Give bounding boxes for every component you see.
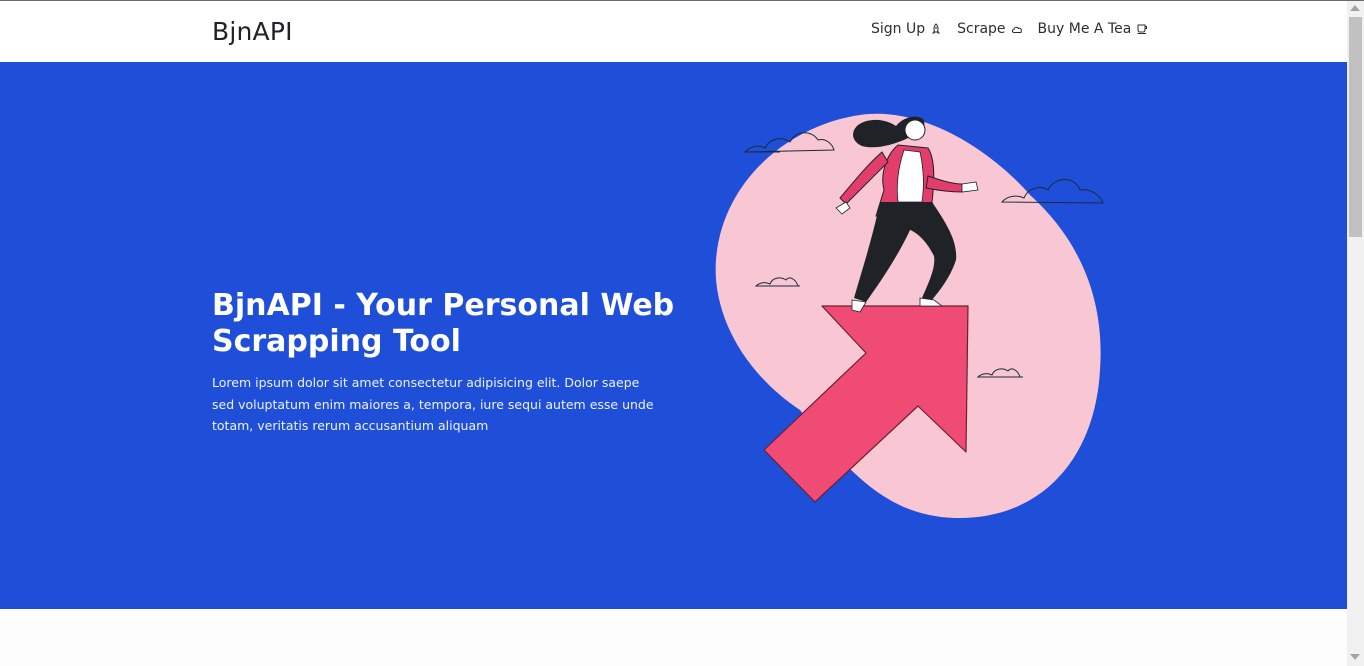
nav-menu: Sign Up Scrape Buy Me A Tea <box>871 21 1148 37</box>
nav-buy-me-a-tea[interactable]: Buy Me A Tea <box>1038 21 1149 37</box>
scroll-up-arrow-icon[interactable] <box>1350 5 1360 11</box>
scrollbar-thumb[interactable] <box>1349 17 1362 237</box>
scroll-down-arrow-icon[interactable] <box>1350 654 1360 660</box>
cloud-icon <box>1011 26 1022 33</box>
woman-hand <box>961 181 979 193</box>
nav-scrape[interactable]: Scrape <box>957 21 1022 37</box>
woman-head <box>904 119 926 141</box>
hero-description: Lorem ipsum dolor sit amet consectetur a… <box>212 375 654 433</box>
nav-buy-me-a-tea-label: Buy Me A Tea <box>1037 21 1132 37</box>
woman-climbing-arrow-illustration <box>715 113 1104 519</box>
rocket-icon <box>932 23 941 34</box>
nav-sign-up-label: Sign Up <box>871 21 926 37</box>
hero-section: BjnAPI - Your Personal Web Scrapping Too… <box>0 62 1347 609</box>
navbar: BjnAPI Sign Up Scrape Buy Me A Tea <box>0 1 1347 62</box>
nav-sign-up[interactable]: Sign Up <box>871 21 942 37</box>
hero-title: BjnAPI - Your Personal Web Scrapping Too… <box>212 288 675 359</box>
below-hero-section <box>0 609 1347 666</box>
brand-logo[interactable]: BjnAPI <box>212 17 293 46</box>
nav-scrape-label: Scrape <box>957 21 1006 37</box>
cup-icon <box>1137 24 1148 34</box>
